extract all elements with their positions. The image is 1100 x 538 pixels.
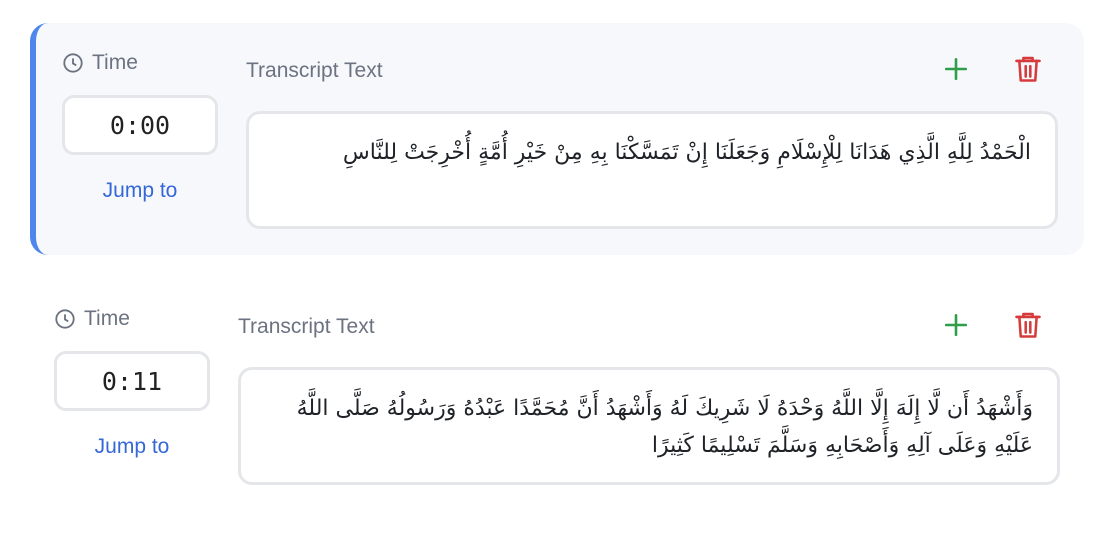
clock-icon: [54, 308, 76, 330]
time-label-text: Time: [84, 307, 130, 330]
time-field[interactable]: 0:11: [54, 351, 210, 411]
transcript-textarea[interactable]: وَأَشْهَدُ أَن لَّا إِلَهَ إِلَّا اللَّه…: [238, 367, 1060, 485]
transcript-text-label: Transcript Text: [238, 315, 375, 338]
add-segment-button[interactable]: [938, 53, 974, 89]
plus-icon: [943, 312, 969, 343]
jump-to-link[interactable]: Jump to: [54, 435, 210, 459]
transcript-segment: Time 0:11 Jump to Transcript Text وَأَشْ…: [30, 279, 1084, 511]
trash-icon: [1014, 310, 1042, 345]
trash-icon: [1014, 54, 1042, 89]
time-label: Time: [54, 307, 130, 331]
delete-segment-button[interactable]: [1010, 53, 1046, 89]
time-label-text: Time: [92, 51, 138, 74]
transcript-segment-active: Time 0:00 Jump to Transcript Text الْحَم…: [30, 23, 1084, 255]
transcript-textarea[interactable]: الْحَمْدُ لِلَّهِ الَّذِي هَدَانَا لِلْإ…: [246, 111, 1058, 229]
jump-to-link[interactable]: Jump to: [62, 179, 218, 203]
clock-icon: [62, 52, 84, 74]
time-field[interactable]: 0:00: [62, 95, 218, 155]
plus-icon: [943, 56, 969, 87]
transcript-text-label: Transcript Text: [246, 59, 383, 82]
delete-segment-button[interactable]: [1010, 309, 1046, 345]
add-segment-button[interactable]: [938, 309, 974, 345]
time-label: Time: [62, 51, 138, 75]
